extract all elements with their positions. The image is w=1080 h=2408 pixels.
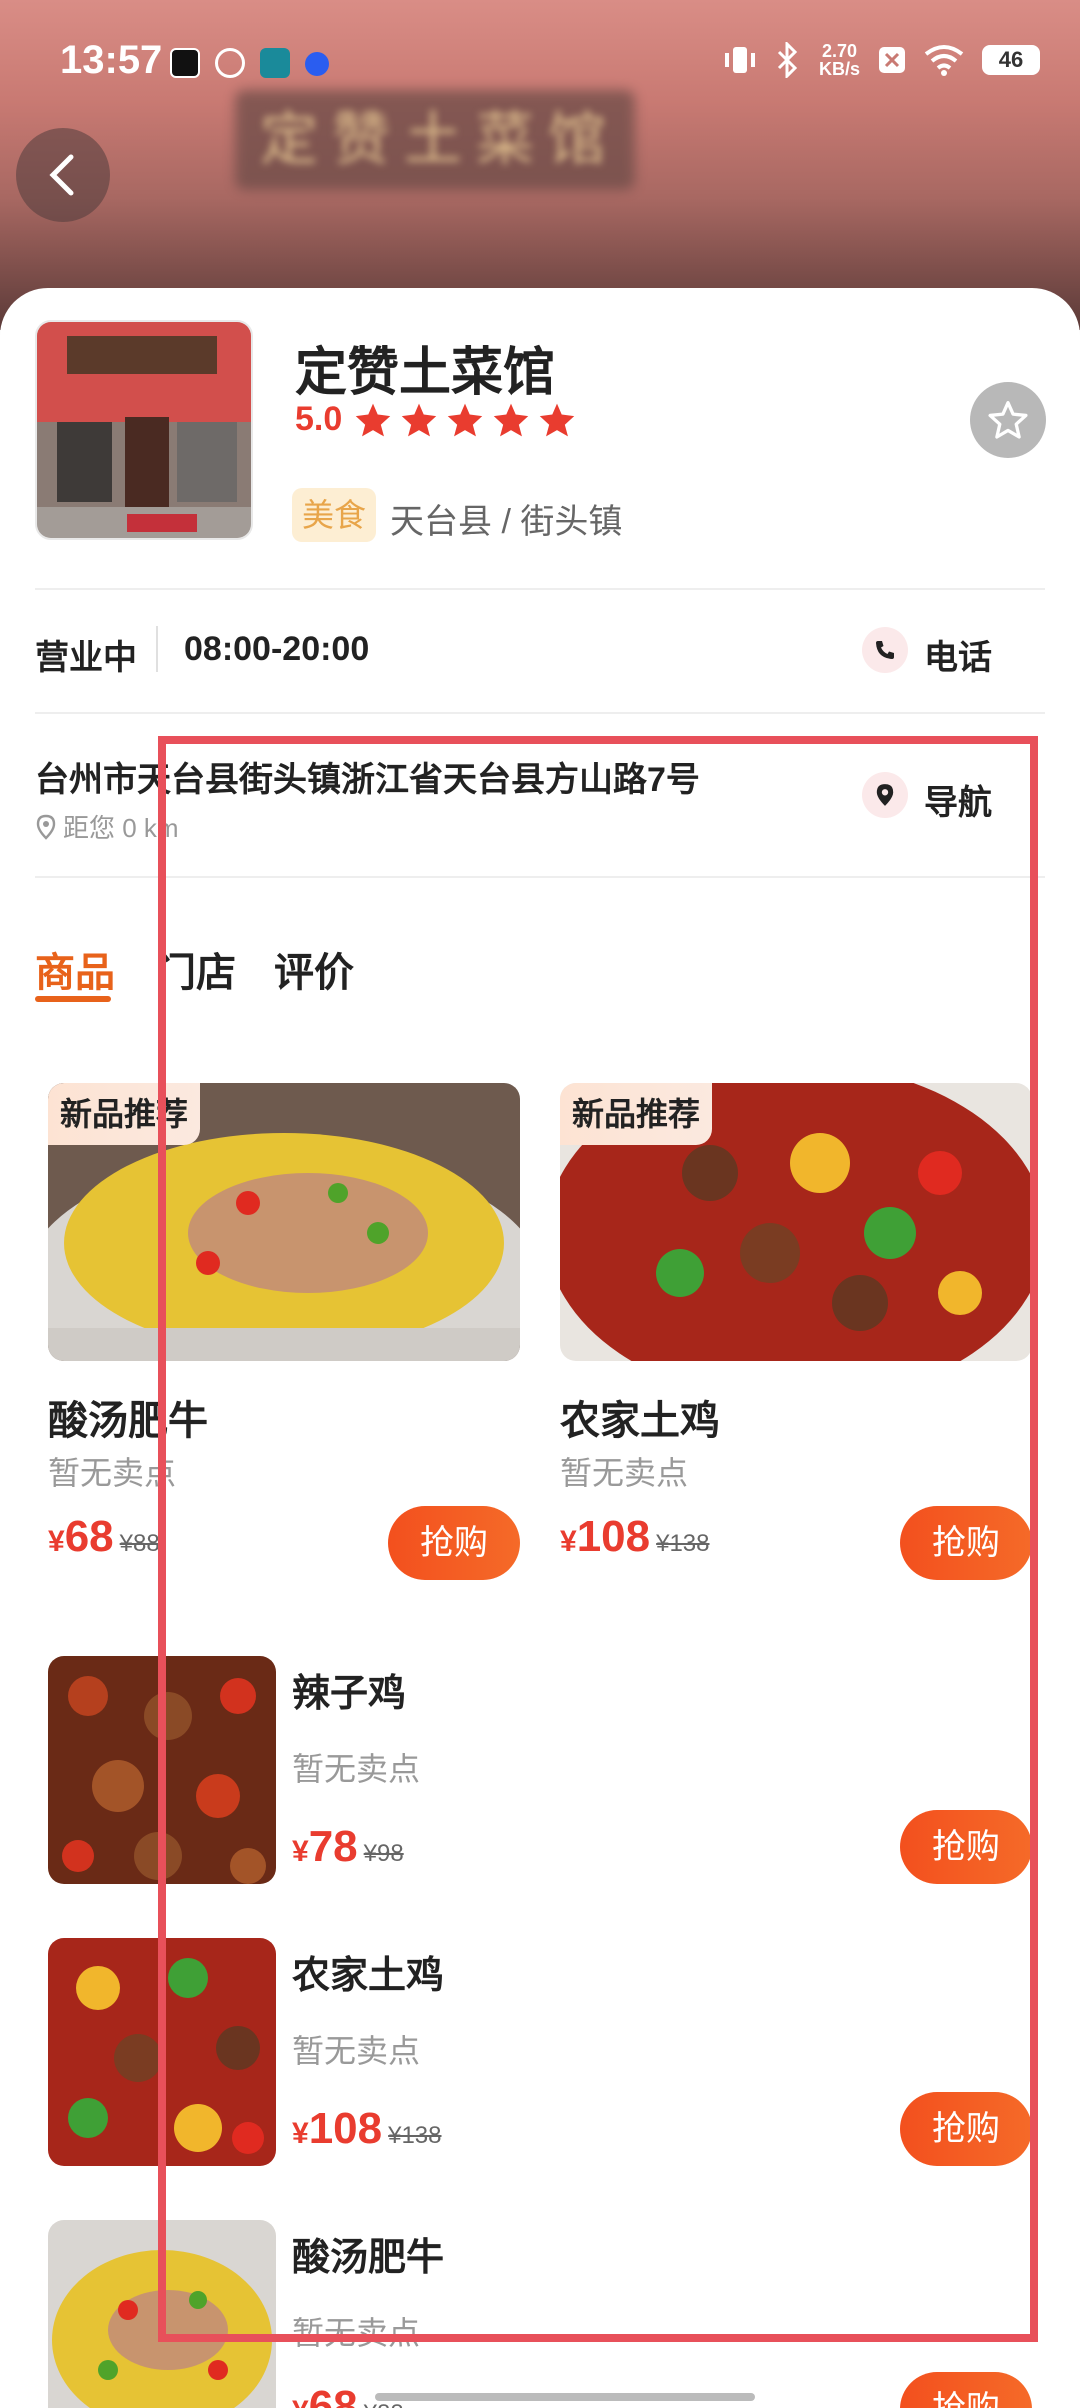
original-price: ¥138: [656, 1530, 710, 1557]
star-outline-icon: [988, 401, 1028, 439]
product-image[interactable]: 新品推荐: [560, 1083, 1032, 1361]
category-tag: 美食: [292, 488, 377, 542]
product-price: ¥108 ¥138: [292, 2104, 442, 2153]
rating-score: 5.0: [295, 400, 343, 438]
back-button[interactable]: [16, 128, 110, 222]
star-icon: [494, 403, 529, 436]
app-icon: [260, 48, 290, 78]
phone-button[interactable]: 电话: [924, 630, 992, 679]
sour-soup-beef-image: [48, 2220, 276, 2408]
buy-button[interactable]: 抢购: [388, 1506, 520, 1580]
separator: [156, 626, 158, 672]
chevron-left-icon: [49, 154, 74, 196]
distance-row: 距您 0 km: [35, 808, 179, 845]
battery-indicator: 46: [982, 45, 1040, 75]
status-time: 13:57: [60, 38, 163, 82]
product-subtitle: 暂无卖点: [292, 1751, 421, 1787]
location-pin-icon: [36, 814, 56, 840]
product-subtitle: 暂无卖点: [292, 2033, 421, 2069]
app-icon: [305, 52, 329, 76]
navigation-icon[interactable]: [862, 772, 908, 818]
app-icon: [215, 48, 245, 78]
divider: [35, 712, 1045, 714]
shop-address: 台州市天台县街头镇浙江省天台县方山路7号: [35, 761, 700, 799]
divider: [35, 876, 1045, 878]
open-status: 营业中: [35, 639, 137, 677]
shop-region: 天台县 / 街头镇: [390, 503, 623, 541]
original-price: ¥88: [119, 1530, 160, 1557]
favorite-button[interactable]: [970, 382, 1046, 458]
wifi-icon: [924, 45, 964, 76]
buy-button[interactable]: 抢购: [900, 1810, 1032, 1884]
product-name[interactable]: 酸汤肥牛: [48, 1388, 208, 1446]
spicy-chicken-image: [48, 1656, 276, 1884]
product-image[interactable]: [48, 2220, 276, 2408]
star-icon: [356, 403, 391, 436]
tab-products[interactable]: 商品: [35, 940, 115, 998]
new-product-badge: 新品推荐: [48, 1083, 201, 1145]
business-hours: 08:00-20:00: [184, 630, 370, 668]
buy-button[interactable]: 抢购: [900, 1506, 1032, 1580]
tab-reviews[interactable]: 评价: [274, 940, 354, 998]
product-price: ¥78 ¥98: [292, 1822, 404, 1871]
product-subtitle: 暂无卖点: [48, 1455, 177, 1491]
product-subtitle: 暂无卖点: [560, 1455, 689, 1491]
home-indicator[interactable]: [375, 2393, 755, 2401]
shop-photo[interactable]: [35, 320, 253, 540]
original-price: ¥138: [388, 2122, 442, 2149]
shop-rating: 5.0: [295, 400, 584, 439]
notification-icon: [879, 47, 905, 73]
storefront-image: [37, 322, 251, 538]
star-icon: [402, 403, 437, 436]
product-name[interactable]: 农家土鸡: [292, 1944, 444, 1999]
tab-store[interactable]: 门店: [156, 940, 236, 998]
vibrate-icon: [724, 47, 755, 73]
screen: 定赞土菜馆 13:57 2.70 KB/s 46 定赞土菜馆 5.0 美食 天台…: [0, 0, 1080, 2408]
tiktok-icon: [170, 48, 200, 78]
status-bar: 13:57 2.70 KB/s 46: [0, 0, 1080, 130]
star-icon: [540, 403, 575, 436]
farm-chicken-image: [48, 1938, 276, 2166]
buy-button[interactable]: 抢购: [900, 2092, 1032, 2166]
product-name[interactable]: 农家土鸡: [560, 1388, 720, 1446]
network-speed: 2.70 KB/s: [818, 41, 860, 79]
original-price: ¥88: [364, 2400, 404, 2408]
product-image[interactable]: 新品推荐: [48, 1083, 520, 1361]
product-name[interactable]: 辣子鸡: [292, 1662, 406, 1717]
product-price: ¥108 ¥138: [560, 1512, 710, 1561]
shop-name: 定赞土菜馆: [295, 344, 556, 402]
bluetooth-icon: [777, 42, 798, 78]
product-image[interactable]: [48, 1656, 276, 1884]
product-image[interactable]: [48, 1938, 276, 2166]
distance-text: 距您 0 km: [63, 813, 179, 843]
status-right: 2.70 KB/s 46: [723, 42, 1040, 78]
divider: [35, 588, 1045, 590]
new-product-badge: 新品推荐: [560, 1083, 713, 1145]
tab-active-indicator: [35, 996, 111, 1002]
product-name[interactable]: 酸汤肥牛: [292, 2226, 444, 2281]
navigation-button[interactable]: 导航: [924, 775, 992, 824]
buy-button[interactable]: 抢购: [900, 2372, 1032, 2408]
product-subtitle: 暂无卖点: [292, 2315, 421, 2351]
original-price: ¥98: [363, 1840, 404, 1867]
phone-icon[interactable]: [862, 627, 908, 673]
product-price: ¥68¥88: [48, 1512, 160, 1561]
star-icon: [448, 403, 483, 436]
